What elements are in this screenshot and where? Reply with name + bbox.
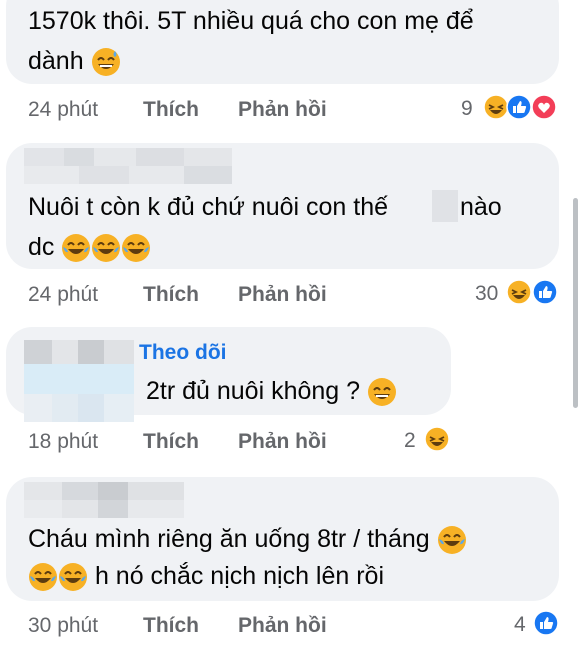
like-reaction-icon [533,610,559,636]
tears-of-joy-emoji [59,563,87,592]
comment-text: dành [28,42,121,80]
comment-text: h nó chắc nịch nịch lên rồi [28,557,384,595]
reaction-count[interactable]: 30 [475,282,498,306]
haha-reaction-icon [424,426,450,452]
reaction-count[interactable]: 4 [514,613,526,637]
like-reaction-icon [506,94,532,120]
comment-time[interactable]: 24 phút [28,98,98,122]
tears-of-joy-emoji [29,563,57,592]
grinning-emoji [368,378,397,407]
blurred-username [24,148,232,184]
blurred-text [432,190,458,222]
comment-text: Cháu mình riêng ăn uống 8tr / tháng [28,520,467,558]
reply-button[interactable]: Phản hồi [238,614,327,638]
blurred-username [24,482,184,518]
like-button[interactable]: Thích [143,98,199,122]
comment-text: 1570k thôi. 5T nhiều quá cho con mẹ để [28,7,474,35]
blurred-avatar [24,340,134,422]
grinning-sweat-emoji [91,48,120,77]
scrollbar[interactable] [573,198,578,408]
follow-link[interactable]: Theo dõi [139,341,227,365]
like-button[interactable]: Thích [143,614,199,638]
like-reaction-icon [532,279,558,305]
love-reaction-icon [531,94,557,120]
tears-of-joy-emoji [122,234,151,263]
reply-button[interactable]: Phản hồi [238,430,327,454]
tears-of-joy-emoji [92,234,121,263]
comment-text: Nuôi t còn k đủ chứ nuôi con thế [28,193,389,221]
like-button[interactable]: Thích [143,283,199,307]
comment-time[interactable]: 30 phút [28,614,98,638]
reaction-count[interactable]: 2 [404,429,416,453]
comment-time[interactable]: 24 phút [28,283,98,307]
reply-button[interactable]: Phản hồi [238,98,327,122]
comment-text: 2tr đủ nuôi không ? [146,372,397,410]
reply-button[interactable]: Phản hồi [238,283,327,307]
comment-text: dc [28,228,151,266]
reaction-count[interactable]: 9 [461,97,473,121]
comment-time[interactable]: 18 phút [28,430,98,454]
like-button[interactable]: Thích [143,430,199,454]
tears-of-joy-emoji [62,234,91,263]
comment-text: nào [460,193,502,221]
haha-reaction-icon [506,279,532,305]
tears-of-joy-emoji [437,526,466,555]
